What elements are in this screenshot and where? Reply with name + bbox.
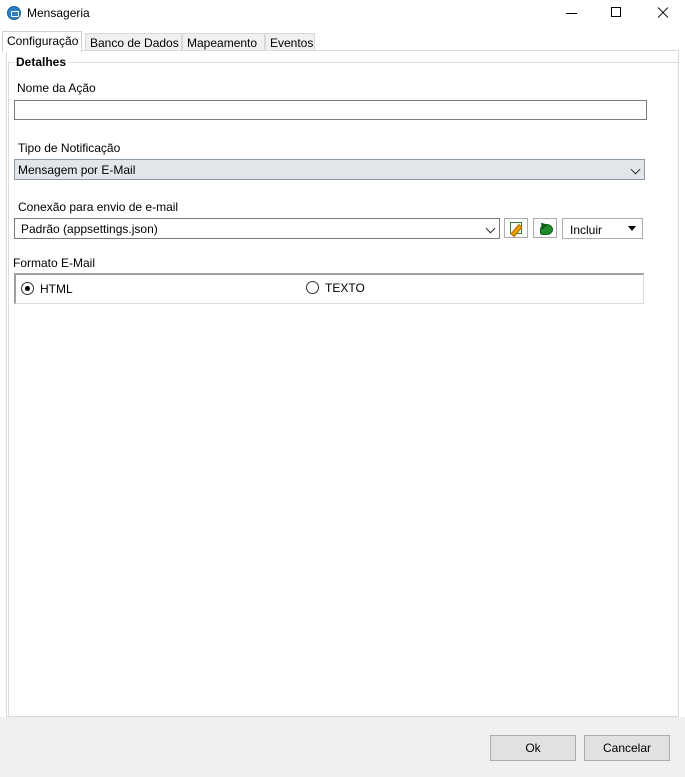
refresh-icon (539, 222, 553, 235)
email-format-radio-group: HTML TEXTO (14, 273, 644, 304)
chevron-down-icon (485, 223, 496, 234)
pencil-edit-icon (510, 222, 522, 234)
email-connection-value: Padrão (appsettings.json) (21, 222, 158, 236)
include-label: Incluir (570, 223, 603, 237)
title-bar: Mensageria (0, 0, 685, 27)
radio-texto-circle[interactable] (306, 281, 319, 294)
tab-mapeamento[interactable]: Mapeamento (182, 33, 265, 51)
email-connection-select[interactable]: Padrão (appsettings.json) (14, 218, 500, 239)
dialog-footer: Ok Cancelar (0, 717, 685, 777)
tab-configuracao[interactable]: Configuração (2, 31, 82, 52)
action-name-label: Nome da Ação (17, 81, 96, 95)
email-connection-label: Conexão para envio de e-mail (18, 200, 179, 214)
maximize-icon (611, 7, 621, 17)
minimize-icon (566, 13, 577, 14)
caret-down-icon (628, 226, 636, 231)
ok-button[interactable]: Ok (490, 735, 576, 761)
chevron-down-icon (630, 164, 641, 175)
app-envelope-icon (7, 6, 21, 20)
action-name-input[interactable] (14, 100, 647, 120)
tab-eventos[interactable]: Eventos (265, 33, 315, 51)
refresh-connection-button[interactable] (533, 218, 557, 238)
notification-type-label: Tipo de Notificação (18, 141, 121, 155)
cancel-button[interactable]: Cancelar (584, 735, 670, 761)
details-group-title: Detalhes (14, 55, 69, 69)
minimize-button[interactable] (548, 0, 594, 27)
radio-html-label: HTML (40, 282, 73, 296)
tab-banco-de-dados[interactable]: Banco de Dados (85, 33, 182, 51)
notification-type-select[interactable]: Mensagem por E-Mail (14, 159, 645, 180)
maximize-button[interactable] (593, 0, 639, 27)
edit-connection-button[interactable] (504, 218, 528, 238)
window-title: Mensageria (27, 6, 90, 20)
radio-texto-label: TEXTO (325, 281, 365, 295)
close-button[interactable] (639, 0, 685, 27)
radio-html-circle[interactable] (21, 282, 34, 295)
email-format-label: Formato E-Mail (13, 256, 96, 270)
include-dropdown-button[interactable]: Incluir (562, 218, 643, 239)
notification-type-value: Mensagem por E-Mail (18, 163, 136, 177)
